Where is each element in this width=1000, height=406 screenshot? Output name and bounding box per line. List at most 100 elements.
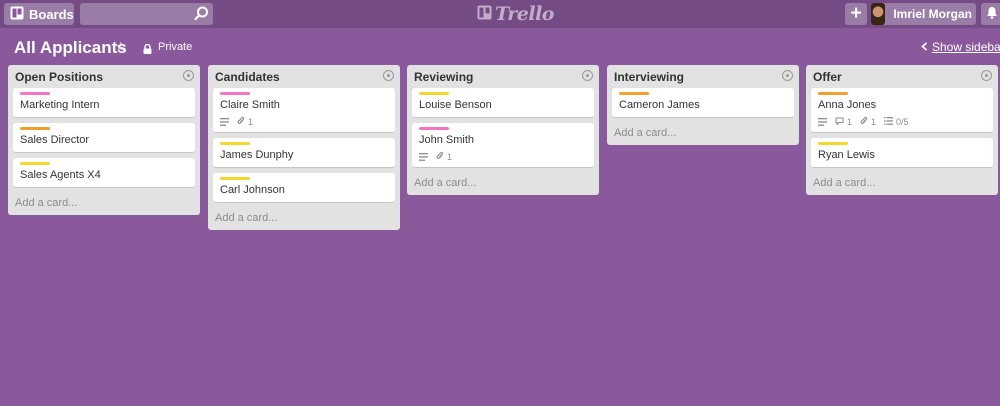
comment-count: 1 — [847, 117, 853, 127]
list-interviewing: Interviewing Cameron James Add a card... — [607, 65, 799, 145]
list-title[interactable]: Open Positions — [15, 70, 103, 84]
add-button[interactable]: + — [845, 3, 867, 25]
card-title: Claire Smith — [220, 99, 280, 111]
add-card-link[interactable]: Add a card... — [412, 173, 594, 189]
list-title[interactable]: Interviewing — [614, 70, 684, 84]
card[interactable]: Sales Agents X4 — [13, 158, 195, 188]
card[interactable]: Anna Jones 1 1 0/5 — [811, 88, 993, 133]
chevron-left-icon — [921, 40, 928, 54]
notifications-button[interactable] — [981, 3, 1000, 25]
add-card-link[interactable]: Add a card... — [13, 193, 195, 209]
list-header: Open Positions — [13, 65, 195, 88]
description-icon — [818, 118, 827, 126]
boards-button[interactable]: Boards — [4, 3, 74, 25]
list-menu-icon[interactable] — [183, 70, 194, 81]
card[interactable]: Claire Smith 1 — [213, 88, 395, 133]
list-menu-icon[interactable] — [383, 70, 394, 81]
comment-icon — [835, 117, 844, 127]
label-yellow — [818, 142, 848, 145]
label-orange — [818, 92, 848, 95]
card[interactable]: John Smith 1 — [412, 123, 594, 168]
board-title[interactable]: All Applicants — [14, 38, 127, 58]
label-yellow — [220, 177, 250, 180]
card[interactable]: Carl Johnson — [213, 173, 395, 203]
list-header: Interviewing — [612, 65, 794, 88]
checklist-icon — [884, 117, 894, 127]
card-title: Cameron James — [619, 99, 700, 111]
paperclip-icon — [860, 116, 868, 128]
user-menu-button[interactable]: Imriel Morgan — [871, 3, 976, 25]
card-badges: 1 — [419, 151, 587, 163]
card[interactable]: Marketing Intern — [13, 88, 195, 118]
label-orange — [619, 92, 649, 95]
comment-badge: 1 — [835, 117, 852, 127]
list-open-positions: Open Positions Marketing Intern Sales Di… — [8, 65, 200, 215]
label-pink — [419, 127, 449, 130]
label-yellow — [419, 92, 449, 95]
bell-icon — [986, 6, 998, 22]
list-menu-icon[interactable] — [981, 70, 992, 81]
boards-icon — [10, 6, 24, 23]
card-title: Marketing Intern — [20, 99, 100, 111]
label-yellow — [220, 142, 250, 145]
attachment-count: 1 — [447, 152, 453, 162]
card[interactable]: Sales Director — [13, 123, 195, 153]
checklist-badge: 0/5 — [884, 117, 909, 127]
card-title: Sales Director — [20, 134, 90, 146]
logo-icon — [477, 5, 492, 23]
attachment-count: 1 — [248, 117, 254, 127]
attachment-count: 1 — [871, 117, 877, 127]
boards-label: Boards — [29, 6, 74, 22]
add-card-link[interactable]: Add a card... — [612, 123, 794, 139]
board-privacy[interactable]: Private — [158, 41, 192, 53]
list-header: Candidates — [213, 65, 395, 88]
description-icon — [419, 153, 428, 161]
search-input[interactable] — [80, 3, 190, 25]
card-title: Carl Johnson — [220, 184, 285, 196]
card[interactable]: Cameron James — [612, 88, 794, 118]
show-sidebar-label: Show sidebar — [932, 40, 1000, 54]
card-title: Ryan Lewis — [818, 149, 875, 161]
attachment-badge: 1 — [237, 116, 253, 128]
list-title[interactable]: Candidates — [215, 70, 280, 84]
card-title: Louise Benson — [419, 99, 492, 111]
card[interactable]: Ryan Lewis — [811, 138, 993, 168]
attachment-badge: 1 — [436, 151, 452, 163]
paperclip-icon — [436, 151, 444, 163]
list-title[interactable]: Reviewing — [414, 70, 473, 84]
add-card-link[interactable]: Add a card... — [213, 208, 395, 224]
list-title[interactable]: Offer — [813, 70, 842, 84]
add-card-link[interactable]: Add a card... — [811, 173, 993, 189]
show-sidebar-link[interactable]: Show sidebar — [921, 40, 1000, 54]
list-menu-icon[interactable] — [582, 70, 593, 81]
card[interactable]: James Dunphy — [213, 138, 395, 168]
list-header: Reviewing — [412, 65, 594, 88]
search-box[interactable] — [80, 3, 213, 25]
attachment-badge: 1 — [860, 116, 876, 128]
top-header: Boards Trello + Imriel Morgan — [0, 0, 1000, 28]
lock-icon — [143, 41, 152, 57]
list-offer: Offer Anna Jones 1 1 0/5 Ryan Lewis Add … — [806, 65, 998, 195]
list-menu-icon[interactable] — [782, 70, 793, 81]
list-header: Offer — [811, 65, 993, 88]
user-name: Imriel Morgan — [893, 7, 972, 21]
card-title: Anna Jones — [818, 99, 877, 111]
label-yellow — [20, 162, 50, 165]
search-icon[interactable] — [194, 6, 209, 24]
star-icon[interactable]: ☆ — [115, 39, 127, 55]
checklist-progress: 0/5 — [896, 117, 909, 127]
label-pink — [220, 92, 250, 95]
card[interactable]: Louise Benson — [412, 88, 594, 118]
list-candidates: Candidates Claire Smith 1 James Dunphy C… — [208, 65, 400, 230]
description-icon — [220, 118, 229, 126]
label-pink — [20, 92, 50, 95]
card-title: James Dunphy — [220, 149, 294, 161]
logo-text: Trello — [495, 3, 554, 25]
card-title: John Smith — [419, 134, 475, 146]
card-title: Sales Agents X4 — [20, 169, 101, 181]
avatar — [871, 3, 886, 25]
card-badges: 1 1 0/5 — [818, 116, 986, 128]
label-orange — [20, 127, 50, 130]
paperclip-icon — [237, 116, 245, 128]
trello-logo[interactable]: Trello — [477, 3, 554, 25]
